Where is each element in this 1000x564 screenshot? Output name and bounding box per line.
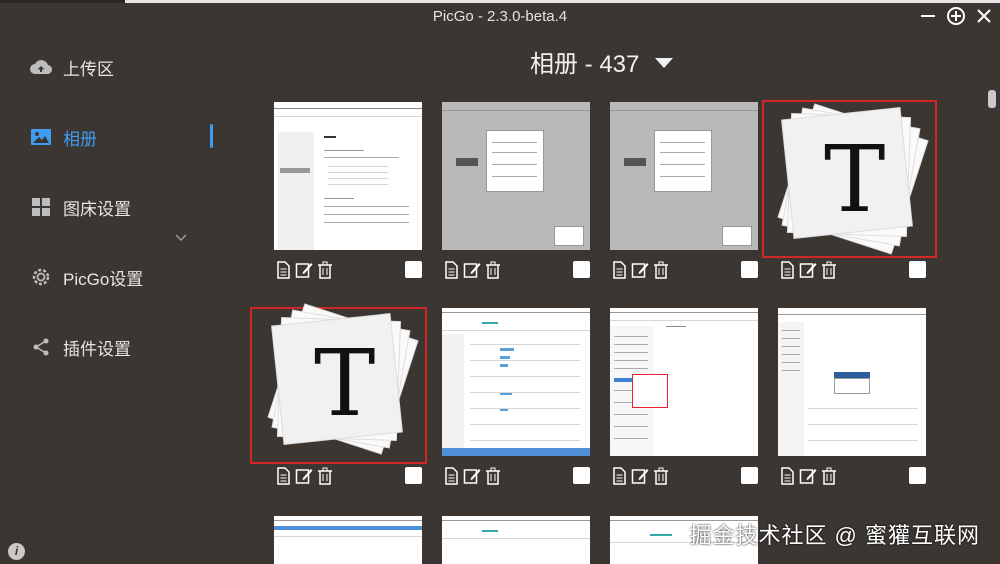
edit-icon[interactable]: [799, 260, 817, 280]
chevron-down-icon[interactable]: [174, 230, 188, 248]
sidebar-item-upload[interactable]: 上传区: [30, 52, 114, 82]
select-checkbox[interactable]: [909, 467, 926, 484]
edit-icon[interactable]: [799, 466, 817, 486]
card-actions: [442, 260, 590, 282]
copy-link-icon[interactable]: [610, 260, 628, 280]
watermark: 掘金技术社区 @ 蜜獾互联网: [689, 523, 980, 548]
delete-icon[interactable]: [820, 260, 838, 280]
image-thumbnail[interactable]: [442, 308, 590, 456]
active-indicator: [210, 124, 213, 148]
card-actions: [274, 466, 422, 488]
share-icon: [30, 336, 52, 358]
minimize-icon[interactable]: [918, 6, 938, 26]
select-checkbox[interactable]: [909, 261, 926, 278]
delete-icon[interactable]: [316, 466, 334, 486]
image-thumbnail[interactable]: [610, 102, 758, 250]
image-thumbnail[interactable]: [610, 308, 758, 456]
select-checkbox[interactable]: [405, 467, 422, 484]
grid-icon: [30, 196, 52, 218]
image-thumbnail[interactable]: [442, 516, 590, 564]
image-thumbnail[interactable]: T: [778, 102, 928, 254]
card-actions: [778, 466, 926, 488]
caret-down-icon: [655, 58, 674, 68]
card-actions: [778, 260, 926, 282]
sidebar-item-label: 相册: [63, 129, 97, 149]
sidebar-item-label: 插件设置: [63, 339, 131, 359]
select-checkbox[interactable]: [741, 467, 758, 484]
page-title: 相册 - 437: [530, 51, 640, 78]
delete-icon[interactable]: [484, 466, 502, 486]
gear-icon: [30, 266, 52, 288]
window-title: PicGo - 2.3.0-beta.4: [432, 8, 568, 25]
copy-link-icon[interactable]: [274, 466, 292, 486]
edit-icon[interactable]: [463, 260, 481, 280]
image-thumbnail[interactable]: [442, 102, 590, 250]
copy-link-icon[interactable]: [274, 260, 292, 280]
sidebar-item-label: 图床设置: [63, 199, 131, 219]
copy-link-icon[interactable]: [778, 260, 796, 280]
sidebar-item-label: PicGo设置: [63, 269, 144, 289]
sidebar-item-plugin-settings[interactable]: 插件设置: [30, 332, 131, 362]
delete-icon[interactable]: [820, 466, 838, 486]
image-icon: [30, 126, 52, 148]
edit-icon[interactable]: [463, 466, 481, 486]
image-thumbnail[interactable]: [274, 102, 422, 250]
scrollbar-thumb[interactable]: [988, 90, 996, 108]
sidebar-item-album[interactable]: 相册: [30, 122, 97, 152]
edit-icon[interactable]: [295, 260, 313, 280]
delete-icon[interactable]: [652, 466, 670, 486]
copy-link-icon[interactable]: [442, 260, 460, 280]
sidebar-item-picbed-settings[interactable]: 图床设置: [30, 192, 131, 222]
card-actions: [274, 260, 422, 282]
image-thumbnail[interactable]: [778, 308, 926, 456]
delete-icon[interactable]: [316, 260, 334, 280]
sidebar-item-picgo-settings[interactable]: PicGo设置: [30, 262, 143, 292]
close-icon[interactable]: [974, 6, 994, 26]
copy-link-icon[interactable]: [610, 466, 628, 486]
edit-icon[interactable]: [295, 466, 313, 486]
window-controls: [918, 6, 994, 26]
image-thumbnail[interactable]: [274, 516, 422, 564]
cloud-upload-icon: [30, 56, 52, 78]
card-actions: [610, 466, 758, 488]
card-actions: [442, 466, 590, 488]
edit-icon[interactable]: [631, 466, 649, 486]
typora-letter: T: [824, 126, 886, 233]
sidebar-item-label: 上传区: [63, 59, 114, 79]
maximize-icon[interactable]: [946, 6, 966, 26]
edit-icon[interactable]: [631, 260, 649, 280]
sidebar: 上传区 相册 图床设置 PicGo设置 插件设置: [0, 32, 230, 564]
delete-icon[interactable]: [652, 260, 670, 280]
typora-letter: T: [314, 330, 376, 437]
delete-icon[interactable]: [484, 260, 502, 280]
image-thumbnail[interactable]: T: [268, 304, 422, 456]
copy-link-icon[interactable]: [442, 466, 460, 486]
info-icon[interactable]: i: [8, 543, 25, 560]
album-title-dropdown[interactable]: 相册 - 437: [530, 44, 674, 79]
card-actions: [610, 260, 758, 282]
select-checkbox[interactable]: [573, 261, 590, 278]
select-checkbox[interactable]: [405, 261, 422, 278]
copy-link-icon[interactable]: [778, 466, 796, 486]
select-checkbox[interactable]: [741, 261, 758, 278]
select-checkbox[interactable]: [573, 467, 590, 484]
